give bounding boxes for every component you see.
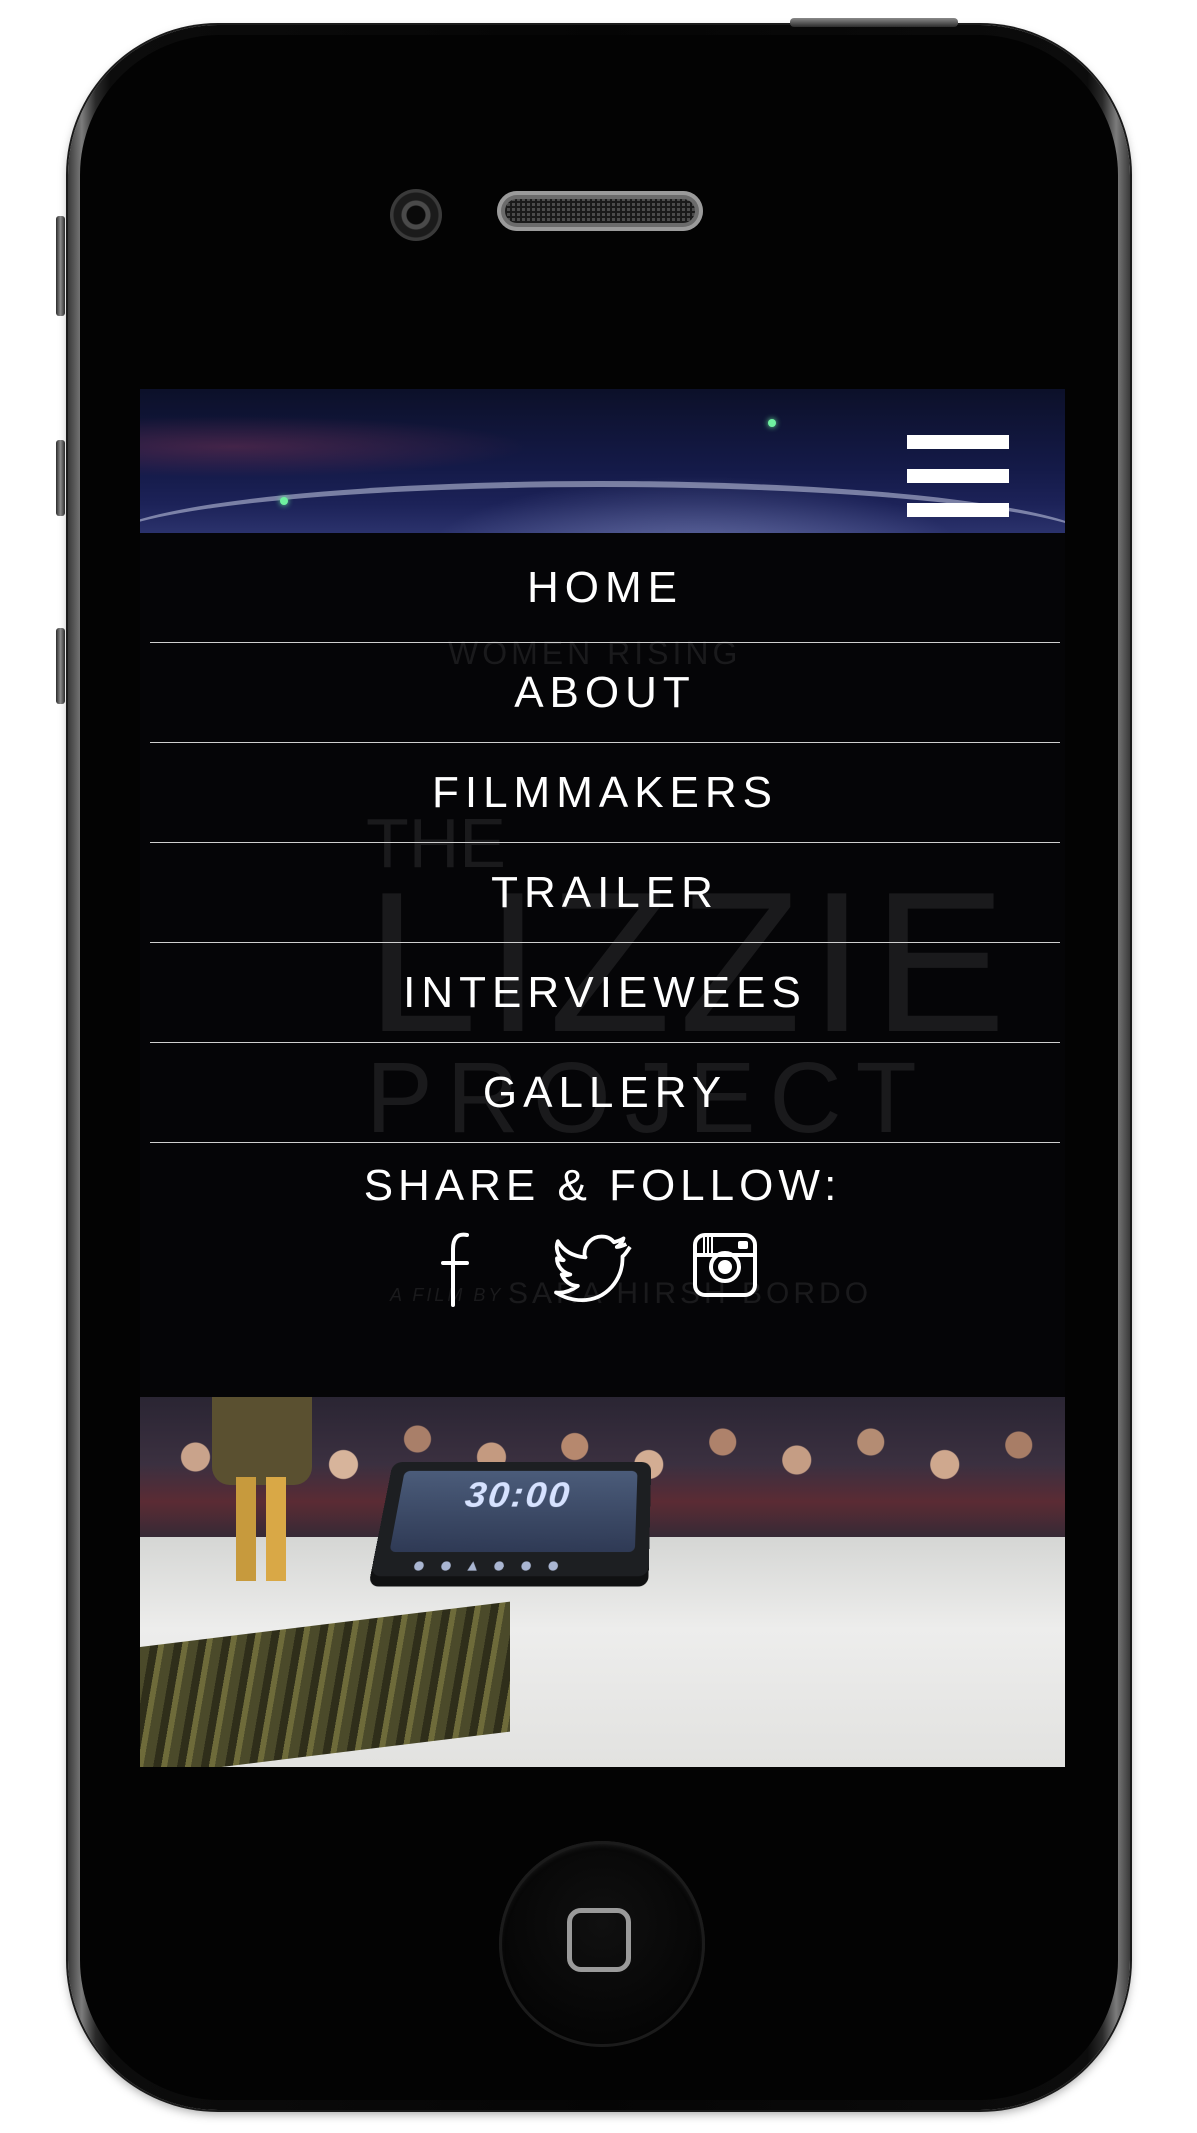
nav-item-interviewees[interactable]: INTERVIEWEES — [150, 943, 1060, 1043]
nav-item-gallery[interactable]: GALLERY — [150, 1043, 1060, 1143]
stage-light — [768, 419, 776, 427]
instagram-icon-glyph — [693, 1233, 757, 1297]
sleep-button — [790, 18, 958, 27]
volume-down-button — [56, 628, 65, 704]
menu-toggle-button[interactable] — [907, 435, 1009, 517]
twitter-icon-glyph — [554, 1234, 632, 1303]
nav-item-about[interactable]: ABOUT — [150, 643, 1060, 743]
menu-bar-icon — [907, 469, 1009, 483]
menu-bar-icon — [907, 503, 1009, 517]
stage-timer-monitor: 30:00 ● ● ▲ ● ● ● — [370, 1461, 652, 1577]
front-camera — [390, 189, 442, 241]
nav-label: HOME — [527, 562, 683, 612]
facebook-icon[interactable] — [437, 1229, 477, 1309]
nav-label: FILMMAKERS — [431, 767, 779, 817]
phone-screen: WOMEN RISING THE LIZZIE PROJECT A FILM B… — [140, 389, 1065, 1767]
nav-label: TRAILER — [491, 867, 719, 917]
menu-bar-icon — [907, 435, 1009, 449]
nav-label: GALLERY — [482, 1067, 728, 1117]
volume-up-button — [56, 440, 65, 516]
home-square-icon — [567, 1908, 631, 1972]
instagram-icon[interactable] — [692, 1229, 758, 1309]
nav-item-home[interactable]: HOME — [150, 533, 1060, 643]
facebook-icon-glyph — [441, 1232, 469, 1307]
nav-label: ABOUT — [514, 667, 696, 717]
mute-switch — [56, 216, 65, 316]
navigation-overlay: WOMEN RISING THE LIZZIE PROJECT A FILM B… — [140, 533, 1065, 1397]
stage-light — [280, 497, 288, 505]
monitor-status-icons: ● ● ▲ ● ● ● — [412, 1558, 566, 1573]
presenter-dress — [212, 1397, 312, 1485]
twitter-icon[interactable] — [554, 1229, 634, 1309]
share-follow-heading: SHARE & FOLLOW: — [363, 1161, 842, 1210]
nav-label: INTERVIEWEES — [403, 967, 807, 1017]
nav-menu: HOME ABOUT FILMMAKERS TRAILER INTERVIEWE… — [150, 533, 1060, 1143]
timer-readout: 30:00 — [389, 1470, 638, 1553]
hero-image-bottom: 30:00 ● ● ▲ ● ● ● — [140, 1397, 1065, 1767]
presenter-legs — [236, 1477, 286, 1581]
nav-item-trailer[interactable]: TRAILER — [150, 843, 1060, 943]
earpiece-speaker — [497, 191, 703, 231]
nav-item-filmmakers[interactable]: FILMMAKERS — [150, 743, 1060, 843]
